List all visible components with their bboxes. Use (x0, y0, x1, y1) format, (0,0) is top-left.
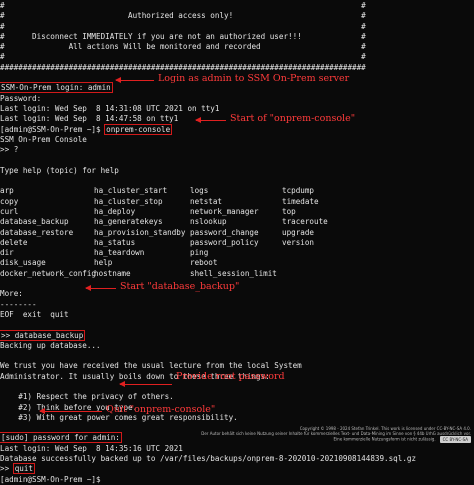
annotation-login: Login as admin to SSM On-Prem server (158, 73, 350, 84)
copyright-footer: Copyright © 1998 - 2024 Stefan Trinkel. … (201, 426, 471, 443)
console-prompt: >> ? (0, 145, 19, 155)
last-login-line: Last login: Wed Sep 8 14:35:16 UTC 2021 (0, 443, 183, 453)
help-command: password_change (190, 227, 259, 237)
help-row: disk_usage help reboot (0, 258, 474, 268)
login-prompt: SSM-On-Prem login: admin (0, 82, 113, 94)
banner-line: # # (0, 1, 366, 10)
help-command: tcpdump (282, 186, 315, 196)
copyright-line: Eine kommerzielle Nutzungsform ist nicht… (333, 436, 436, 442)
help-command: copy (0, 196, 19, 206)
help-row: curl ha_deploy network_manager top (0, 207, 474, 217)
help-command: arp (0, 186, 14, 196)
banner-line: # # (0, 21, 366, 31)
quit-command: quit (12, 463, 36, 475)
banner-line: # # (0, 52, 366, 62)
help-command (282, 258, 376, 268)
help-row: database_restore ha_provision_standby pass… (0, 228, 474, 238)
help-command: ha_cluster_start (94, 186, 168, 196)
annotation-start-backup: Start "database_backup" (120, 281, 240, 292)
help-command: dir (0, 248, 14, 258)
cc-license-badge[interactable]: CC BY-NC-SA (439, 436, 471, 443)
help-row: database_backup ha_generatekeys nslookup tr… (0, 217, 474, 227)
shell-prompt: [admin@SSM-On-Prem ~]$ (0, 124, 106, 134)
password-prompt: Password: (0, 93, 42, 103)
help-command: ha_deploy (94, 206, 136, 216)
help-command: top (282, 206, 296, 216)
help-command: database_restore (0, 227, 74, 237)
help-command: traceroute (282, 217, 328, 227)
help-command: password_policy (190, 237, 259, 247)
onprem-console-command: onprem-console (104, 123, 173, 135)
console-title: SSM On-Prem Console (0, 134, 87, 144)
help-command: ha_status (94, 237, 136, 247)
help-command: network_manager (190, 206, 259, 216)
help-command: ha_teardown (94, 248, 145, 258)
help-command: logs (190, 186, 209, 196)
annotation-quit: Quit "onprem-console" (106, 404, 216, 415)
banner-line: # Authorized access only! # (0, 11, 366, 21)
sudo-lecture-line: #1) Respect the privacy of others. (0, 392, 174, 402)
annotation-arrow-backup (85, 284, 116, 291)
help-command: help (94, 258, 113, 268)
help-command: upgrade (282, 227, 315, 237)
sudo-lecture-line (0, 382, 474, 392)
annotation-start-console: Start of "onprem-console" (230, 113, 356, 124)
help-command: ping (190, 248, 209, 258)
help-command: disk_usage (0, 258, 46, 268)
help-command: reboot (190, 258, 218, 268)
annotation-arrow-root-password (119, 380, 172, 387)
banner-line: ########################################… (0, 62, 366, 72)
backup-progress: Backing up database... (0, 340, 101, 350)
help-command: curl (0, 206, 19, 216)
database-backup-command: database_backup (14, 330, 84, 340)
help-command: version (282, 237, 315, 247)
annotation-arrow-login (115, 76, 154, 83)
help-command: shell_session_limit (190, 268, 277, 278)
help-command-table: arp ha_cluster_start logs tcpdump copy ha_cl… (0, 186, 474, 279)
help-row: docker_network_config hostname shell_sessi… (0, 269, 474, 279)
help-command: ha_cluster_stop (94, 196, 163, 206)
help-command: hostname (94, 268, 131, 278)
annotation-arrow-quit (39, 407, 102, 414)
help-command: ha_provision_standby (94, 227, 186, 237)
console-prompt: >> (0, 464, 14, 474)
help-command: ha_generatekeys (94, 217, 163, 227)
help-row: delete ha_status password_policy version (0, 238, 474, 248)
help-row: arp ha_cluster_start logs tcpdump (0, 186, 474, 196)
sudo-lecture-line: #3) With great power comes great respons… (0, 412, 238, 422)
sudo-password-prompt: [sudo] password for admin: (0, 432, 122, 444)
backup-success-message: Database successfully backed up to /var/… (0, 454, 417, 464)
help-command: delete (0, 237, 28, 247)
help-command (282, 248, 376, 258)
help-command: database_backup (0, 217, 69, 227)
help-command: netstat (190, 196, 223, 206)
help-command: nslookup (190, 217, 227, 227)
banner-line: # All actions Will be monitored and reco… (0, 42, 366, 52)
banner-line: # Disconnect IMMEDIATELY if you are not … (0, 31, 366, 41)
help-hint: Type help (topic) for help (0, 165, 119, 175)
help-row: copy ha_cluster_stop netstat timedate (0, 197, 474, 207)
annotation-root-password: Provide root password (176, 371, 285, 382)
help-command (282, 269, 376, 279)
console-prompt: >> (1, 330, 15, 340)
annotation-arrow-console (195, 116, 226, 123)
more-items: EOF exit quit (0, 309, 69, 319)
final-shell-prompt: [admin@SSM-On-Prem ~]$ (0, 474, 106, 484)
help-command: docker_network_config (0, 268, 97, 278)
help-row: dir ha_teardown ping (0, 248, 474, 258)
more-separator: -------- (0, 299, 37, 309)
help-command: timedate (282, 196, 319, 206)
